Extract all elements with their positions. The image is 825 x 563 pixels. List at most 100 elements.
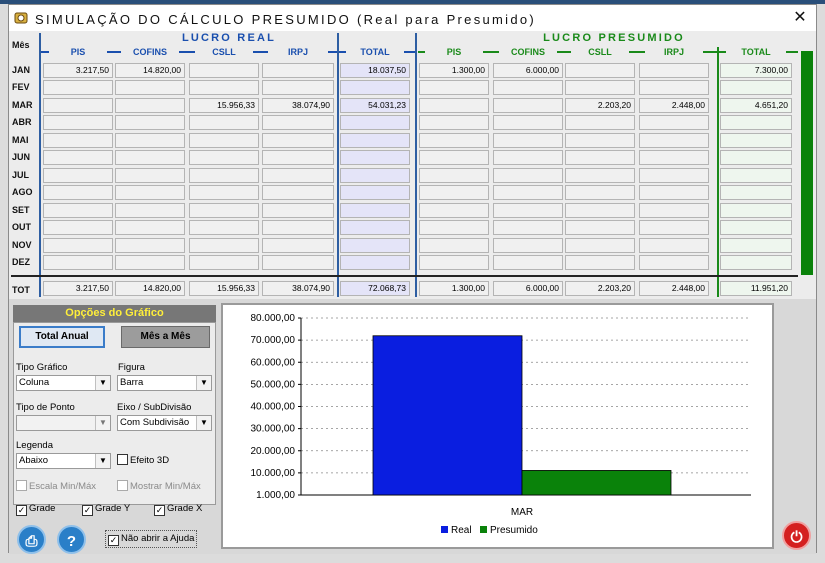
presumido-cell[interactable] — [493, 220, 563, 236]
chevron-down-icon[interactable]: ▼ — [196, 416, 211, 430]
real-cell[interactable] — [43, 254, 113, 270]
real-cell[interactable] — [115, 185, 185, 201]
real-cell[interactable] — [189, 202, 259, 218]
presumido-cell[interactable] — [419, 80, 489, 96]
presumido-cell[interactable] — [419, 150, 489, 166]
presumido-cell[interactable] — [720, 220, 792, 236]
checkbox-box[interactable] — [16, 480, 27, 491]
presumido-cell[interactable]: 2.448,00 — [639, 97, 709, 113]
presumido-cell[interactable] — [565, 150, 635, 166]
real-cell[interactable] — [340, 132, 410, 148]
close-button[interactable]: ✕ — [789, 8, 811, 28]
presumido-cell[interactable] — [419, 202, 489, 218]
presumido-cell[interactable] — [639, 132, 709, 148]
presumido-cell[interactable] — [639, 185, 709, 201]
presumido-cell[interactable] — [565, 132, 635, 148]
presumido-cell[interactable] — [419, 220, 489, 236]
efeito-3d-checkbox[interactable]: Efeito 3D — [117, 454, 169, 467]
figura-select[interactable]: Barra ▼ — [117, 375, 212, 391]
eixo-select[interactable]: Com Subdivisão ▼ — [117, 415, 212, 431]
presumido-cell[interactable]: 7.300,00 — [720, 63, 792, 78]
real-cell[interactable]: 14.820,00 — [115, 63, 185, 78]
real-cell[interactable] — [115, 97, 185, 113]
total-anual-button[interactable]: Total Anual — [19, 326, 105, 348]
real-cell[interactable] — [340, 254, 410, 270]
real-cell[interactable] — [189, 167, 259, 183]
presumido-cell[interactable] — [639, 80, 709, 96]
checkmark-icon[interactable]: ✓ — [108, 535, 119, 546]
presumido-cell[interactable] — [639, 254, 709, 270]
presumido-cell[interactable] — [565, 254, 635, 270]
real-cell[interactable] — [115, 202, 185, 218]
presumido-cell[interactable] — [493, 132, 563, 148]
real-cell[interactable] — [43, 202, 113, 218]
real-cell[interactable] — [262, 254, 334, 270]
presumido-cell[interactable]: 2.203,20 — [565, 97, 635, 113]
real-cell[interactable] — [43, 80, 113, 96]
grade-checkbox[interactable]: ✓ Grade — [16, 502, 55, 516]
presumido-cell[interactable] — [639, 202, 709, 218]
presumido-cell[interactable] — [720, 115, 792, 131]
real-cell[interactable] — [43, 167, 113, 183]
presumido-cell[interactable] — [493, 150, 563, 166]
real-cell[interactable] — [115, 237, 185, 253]
presumido-cell[interactable] — [419, 185, 489, 201]
real-cell[interactable] — [189, 115, 259, 131]
presumido-cell[interactable] — [639, 237, 709, 253]
presumido-cell[interactable] — [493, 167, 563, 183]
real-cell[interactable] — [262, 237, 334, 253]
real-cell[interactable] — [189, 220, 259, 236]
real-cell[interactable] — [43, 220, 113, 236]
power-button[interactable]: ⏻ — [782, 521, 811, 550]
presumido-cell[interactable] — [720, 80, 792, 96]
presumido-cell[interactable] — [419, 254, 489, 270]
real-cell[interactable] — [262, 185, 334, 201]
presumido-cell[interactable] — [493, 185, 563, 201]
real-cell[interactable] — [262, 63, 334, 78]
legenda-select[interactable]: Abaixo ▼ — [16, 453, 111, 469]
real-cell[interactable] — [262, 150, 334, 166]
grade-y-checkbox[interactable]: ✓ Grade Y — [82, 502, 130, 516]
real-cell[interactable] — [43, 97, 113, 113]
nao-abrir-ajuda-checkbox[interactable]: ✓ Não abrir a Ajuda — [105, 530, 198, 548]
checkmark-icon[interactable]: ✓ — [154, 505, 165, 516]
real-cell[interactable] — [340, 80, 410, 96]
real-cell[interactable] — [189, 80, 259, 96]
real-cell[interactable] — [262, 167, 334, 183]
presumido-cell[interactable] — [493, 80, 563, 96]
presumido-cell[interactable] — [565, 115, 635, 131]
real-cell[interactable] — [115, 115, 185, 131]
chevron-down-icon[interactable]: ▼ — [196, 376, 211, 390]
presumido-cell[interactable] — [565, 167, 635, 183]
real-cell[interactable] — [189, 150, 259, 166]
real-cell[interactable] — [340, 220, 410, 236]
presumido-cell[interactable] — [565, 220, 635, 236]
real-cell[interactable]: 18.037,50 — [340, 63, 410, 78]
presumido-cell[interactable] — [493, 202, 563, 218]
real-cell[interactable] — [262, 115, 334, 131]
presumido-cell[interactable] — [639, 115, 709, 131]
print-button[interactable]: ⎙ — [17, 525, 46, 554]
chevron-down-icon[interactable]: ▼ — [95, 454, 110, 468]
real-cell[interactable]: 15.956,33 — [189, 97, 259, 113]
real-cell[interactable] — [43, 185, 113, 201]
grade-x-checkbox[interactable]: ✓ Grade X — [154, 502, 202, 516]
real-cell[interactable] — [115, 80, 185, 96]
real-cell[interactable] — [115, 254, 185, 270]
presumido-cell[interactable] — [639, 150, 709, 166]
real-cell[interactable]: 3.217,50 — [43, 63, 113, 78]
presumido-cell[interactable] — [720, 254, 792, 270]
presumido-cell[interactable]: 4.651,20 — [720, 97, 792, 113]
real-cell[interactable]: 38.074,90 — [262, 97, 334, 113]
presumido-cell[interactable] — [419, 115, 489, 131]
presumido-cell[interactable] — [419, 167, 489, 183]
real-cell[interactable] — [43, 115, 113, 131]
real-cell[interactable] — [262, 220, 334, 236]
real-cell[interactable] — [189, 63, 259, 78]
real-cell[interactable] — [340, 167, 410, 183]
real-cell[interactable] — [189, 132, 259, 148]
help-button[interactable]: ? — [57, 525, 86, 554]
presumido-cell[interactable] — [639, 63, 709, 78]
checkbox-box[interactable] — [117, 480, 128, 491]
presumido-cell[interactable] — [493, 254, 563, 270]
